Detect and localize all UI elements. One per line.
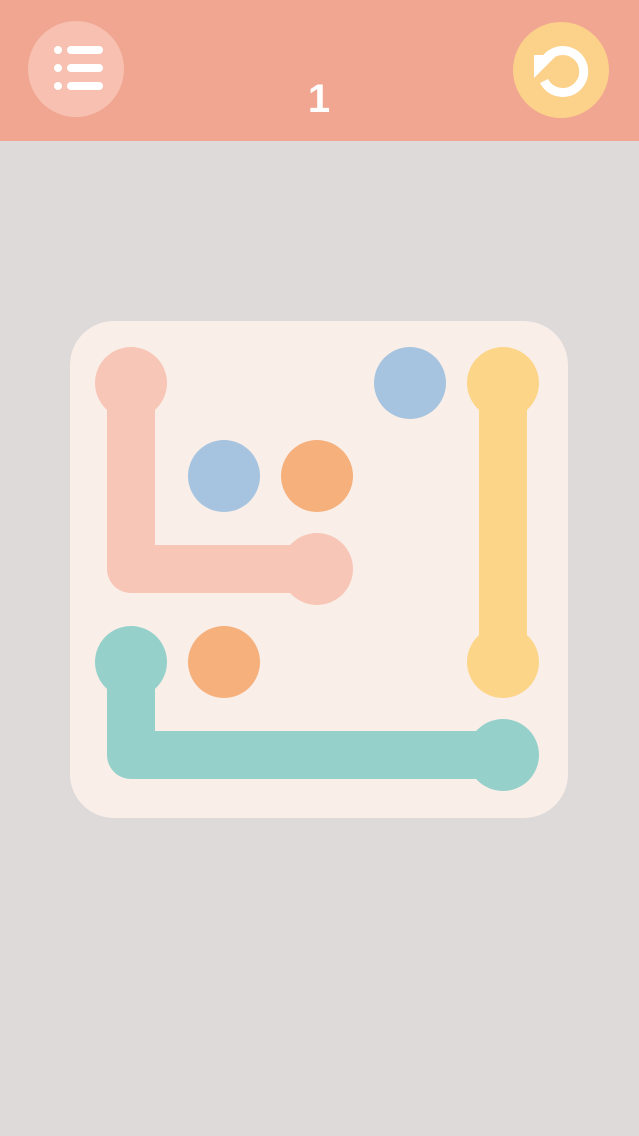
- teal-flow-path: [107, 638, 527, 779]
- list-icon: [54, 46, 103, 90]
- teal-dot[interactable]: [467, 719, 539, 791]
- board-grid: [95, 347, 539, 791]
- orange-dot[interactable]: [281, 440, 353, 512]
- yellow-dot[interactable]: [467, 626, 539, 698]
- undo-button[interactable]: [513, 22, 609, 118]
- pink-dot[interactable]: [281, 533, 353, 605]
- game-board[interactable]: [70, 321, 568, 818]
- level-number: 1: [307, 77, 331, 121]
- undo-icon: [534, 46, 589, 97]
- blue-dot[interactable]: [374, 347, 446, 419]
- teal-dot[interactable]: [95, 626, 167, 698]
- level-menu-button[interactable]: [28, 21, 124, 117]
- pink-dot[interactable]: [95, 347, 167, 419]
- top-bar: 1: [0, 0, 639, 141]
- orange-dot[interactable]: [188, 626, 260, 698]
- blue-dot[interactable]: [188, 440, 260, 512]
- yellow-dot[interactable]: [467, 347, 539, 419]
